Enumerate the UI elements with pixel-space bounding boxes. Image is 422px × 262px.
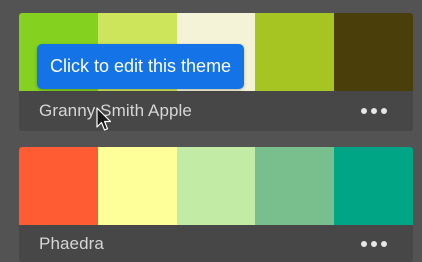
more-options-icon [361,240,367,247]
color-swatch[interactable] [176,147,256,225]
more-options-icon [381,240,387,247]
more-options-icon [381,108,387,114]
color-swatch[interactable] [19,147,98,225]
more-options-button[interactable] [361,108,387,114]
color-swatch[interactable] [334,147,413,225]
color-swatch[interactable] [255,147,335,225]
more-options-icon [361,108,367,114]
more-options-icon [371,108,377,114]
color-swatch[interactable] [334,13,413,91]
theme-footer: Phaedra [19,225,413,262]
more-options-icon [371,240,377,247]
theme-card-phaedra[interactable]: Phaedra [19,147,413,262]
theme-name: Phaedra [39,233,104,253]
color-swatch[interactable] [255,13,335,91]
edit-theme-tooltip[interactable]: Click to edit this theme [37,44,245,89]
theme-name: Granny Smith Apple [39,101,192,120]
color-swatch[interactable] [97,147,177,225]
theme-swatches[interactable] [19,147,413,225]
more-options-button[interactable] [361,240,387,247]
theme-footer: Granny Smith Apple [19,91,413,131]
